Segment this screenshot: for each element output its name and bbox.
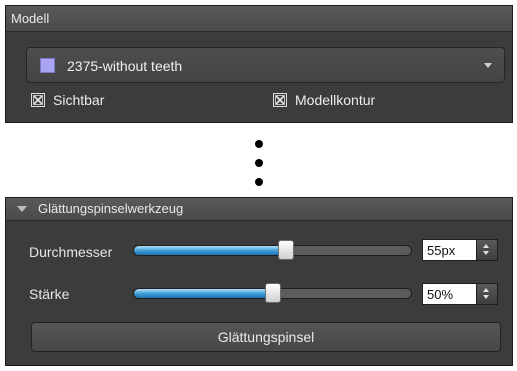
visible-checkbox-label: Sichtbar [53, 92, 105, 108]
tool-panel-title: Glättungspinselwerkzeug [38, 201, 184, 216]
diameter-spinbox[interactable]: 55px [422, 239, 498, 261]
strength-spinbox[interactable]: 50% [422, 283, 498, 305]
smoothing-brush-button[interactable]: Glättungspinsel [31, 322, 501, 352]
diameter-value[interactable]: 55px [427, 243, 455, 258]
model-panel-title: Modell [11, 11, 50, 26]
chevron-down-icon [484, 63, 492, 68]
diameter-label: Durchmesser [29, 244, 113, 260]
checkbox-x-icon [275, 95, 285, 105]
tool-panel-header[interactable]: Glättungspinselwerkzeug [6, 198, 512, 221]
visible-checkbox[interactable] [31, 93, 45, 107]
strength-slider-fill [134, 289, 274, 298]
diameter-slider-track[interactable] [133, 245, 412, 256]
strength-slider-handle[interactable] [264, 283, 281, 303]
model-color-swatch[interactable] [40, 58, 55, 73]
contour-checkbox-label: Modellkontur [295, 92, 376, 108]
strength-label: Stärke [29, 286, 70, 302]
ellipsis-dot [255, 140, 263, 148]
model-select-value: 2375-without teeth [67, 58, 183, 74]
model-panel-header: Modell [6, 6, 512, 32]
spin-up-icon[interactable] [483, 288, 489, 292]
diameter-spin-buttons[interactable] [476, 240, 497, 260]
ellipsis-dot [255, 178, 263, 186]
spin-up-icon[interactable] [483, 244, 489, 248]
strength-spin-buttons[interactable] [476, 284, 497, 304]
spin-down-icon[interactable] [483, 295, 489, 299]
diameter-slider-fill [134, 246, 288, 255]
diameter-slider-handle[interactable] [278, 240, 295, 260]
model-select-dropdown[interactable]: 2375-without teeth [26, 47, 505, 83]
triangle-down-icon[interactable] [17, 206, 27, 212]
ellipsis-dot [255, 159, 263, 167]
contour-checkbox[interactable] [273, 93, 287, 107]
checkbox-x-icon [33, 95, 43, 105]
spin-down-icon[interactable] [483, 251, 489, 255]
strength-value[interactable]: 50% [427, 287, 453, 302]
